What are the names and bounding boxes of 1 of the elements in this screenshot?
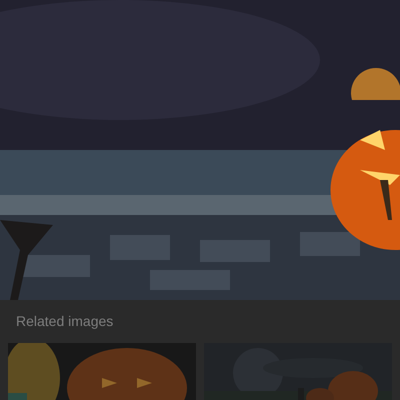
section-title: Related images: [15, 312, 114, 330]
